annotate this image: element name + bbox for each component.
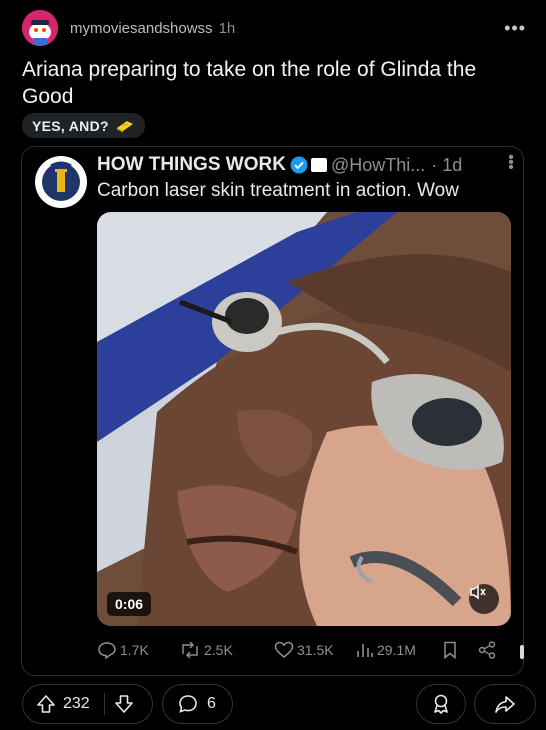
- how-things-work-logo-icon: [36, 157, 86, 207]
- retweet-button[interactable]: 2.5K: [179, 642, 274, 658]
- video-frame-image: [97, 212, 511, 626]
- tweet-text: Carbon laser skin treatment in action. W…: [97, 180, 459, 201]
- verified-badge-icon: [290, 156, 308, 174]
- heart-icon: [274, 641, 294, 658]
- comment-count: 6: [207, 695, 216, 712]
- tweet-more-icon[interactable]: • • •: [507, 150, 515, 176]
- post-header: mymoviesandshowss 1h •••: [22, 8, 532, 48]
- tweet-time: · 1d: [431, 154, 463, 175]
- views-chart-icon: [357, 644, 373, 657]
- flair-label: YES, AND?: [32, 117, 109, 134]
- tweet-share-button[interactable]: [478, 641, 502, 659]
- speaker-muted-icon: [470, 584, 486, 600]
- tweet-actions: 1.7K 2.5K 31.5K 29.1M: [97, 637, 523, 663]
- views-button[interactable]: 29.1M: [356, 642, 442, 658]
- vote-control: 232: [22, 684, 153, 724]
- tweet-video[interactable]: 0:06: [97, 212, 511, 626]
- comment-bubble-icon: [179, 695, 197, 713]
- vote-divider: [103, 693, 105, 715]
- post-flair[interactable]: YES, AND?: [22, 113, 145, 138]
- post-username[interactable]: mymoviesandshowss: [70, 20, 213, 37]
- tweet-author-name[interactable]: HOW THINGS WORK: [97, 154, 286, 176]
- affiliate-badge-icon: [310, 158, 327, 172]
- more-options-icon[interactable]: •••: [504, 18, 526, 39]
- user-avatar[interactable]: [22, 10, 58, 46]
- mute-button[interactable]: [469, 584, 499, 614]
- embedded-tweet[interactable]: HOW THINGS WORK @HowThi... · 1d • • • Carb…: [21, 146, 524, 676]
- post-title[interactable]: Ariana preparing to take on the role of …: [22, 56, 522, 110]
- reply-button[interactable]: 1.7K: [97, 641, 179, 659]
- retweet-count: 2.5K: [204, 642, 233, 658]
- share-arrow-icon: [495, 696, 515, 713]
- retweet-icon: [182, 642, 198, 658]
- reply-count: 1.7K: [120, 642, 149, 658]
- upvote-icon[interactable]: [35, 693, 57, 715]
- award-button[interactable]: [416, 684, 466, 724]
- post-footer: 232 6: [22, 684, 540, 724]
- downvote-icon[interactable]: [113, 693, 135, 715]
- tweet-header: HOW THINGS WORK @HowThi... · 1d: [97, 154, 517, 176]
- award-icon: [434, 694, 448, 714]
- tweet-author-handle[interactable]: @HowThi...: [331, 155, 425, 176]
- scrollbar-thumb[interactable]: [520, 645, 524, 659]
- tweet-author-avatar[interactable]: [35, 156, 87, 208]
- sponge-emoji-icon: [116, 120, 133, 132]
- post-time: 1h: [218, 19, 236, 37]
- views-count: 29.1M: [377, 642, 416, 658]
- comments-button[interactable]: 6: [162, 684, 233, 724]
- like-count: 31.5K: [297, 642, 334, 658]
- bookmark-icon: [444, 641, 456, 659]
- share-button[interactable]: [474, 684, 536, 724]
- share-nodes-icon: [478, 641, 496, 659]
- like-button[interactable]: 31.5K: [274, 641, 356, 659]
- upvote-count: 232: [63, 695, 90, 712]
- bookmark-button[interactable]: [442, 641, 478, 659]
- video-duration: 0:06: [107, 592, 152, 616]
- reply-icon: [98, 642, 116, 659]
- snoo-avatar-icon: [22, 10, 58, 46]
